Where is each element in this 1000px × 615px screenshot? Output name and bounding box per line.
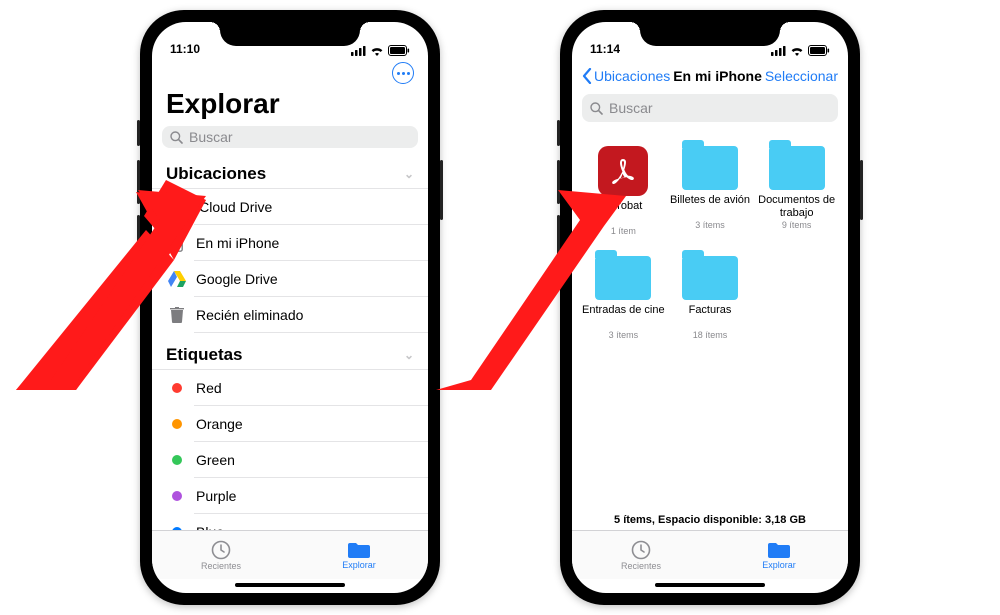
tab-bar: Recientes Explorar (152, 530, 428, 579)
tab-browse[interactable]: Explorar (710, 531, 848, 579)
tag-green[interactable]: Green (152, 442, 428, 478)
tag-dot-icon (172, 527, 182, 530)
file-item-folder[interactable]: Documentos de trabajo 9 ítems (753, 146, 840, 236)
tab-bar: Recientes Explorar (572, 530, 848, 579)
tag-orange[interactable]: Orange (152, 406, 428, 442)
tab-recents[interactable]: Recientes (152, 531, 290, 579)
tag-blue[interactable]: Blue (152, 514, 428, 530)
chevron-left-icon (582, 68, 592, 84)
nav-title: En mi iPhone (673, 68, 762, 84)
search-placeholder: Buscar (189, 129, 233, 145)
file-item-folder[interactable]: Facturas 18 ítems (667, 256, 754, 340)
back-button[interactable]: Ubicaciones (582, 68, 670, 84)
folder-icon (348, 541, 370, 559)
search-icon (590, 102, 603, 115)
file-item-folder[interactable]: Billetes de avión 3 ítems (667, 146, 754, 236)
status-bar: 11:14 (572, 22, 848, 58)
folder-icon (768, 541, 790, 559)
tab-browse[interactable]: Explorar (290, 531, 428, 579)
status-icons (771, 45, 830, 56)
clock-icon (631, 540, 651, 560)
select-button[interactable]: Seleccionar (765, 68, 838, 84)
storage-status: 5 ítems, Espacio disponible: 3,18 GB (572, 510, 848, 530)
search-input[interactable]: Buscar (582, 94, 838, 122)
home-indicator[interactable] (152, 579, 428, 593)
folder-icon (769, 146, 825, 190)
chevron-down-icon: ⌄ (404, 167, 414, 181)
status-time: 11:10 (170, 42, 200, 56)
chevron-down-icon: ⌄ (404, 348, 414, 362)
options-button[interactable] (392, 62, 414, 84)
annotation-arrow-icon (16, 170, 206, 390)
status-time: 11:14 (590, 42, 620, 56)
tag-dot-icon (172, 491, 182, 501)
folder-icon (682, 146, 738, 190)
folder-icon (682, 256, 738, 300)
tag-dot-icon (172, 455, 182, 465)
search-icon (170, 131, 183, 144)
page-title: Explorar (166, 88, 414, 120)
annotation-arrow-icon (436, 170, 626, 390)
search-input[interactable]: Buscar (162, 126, 418, 148)
status-bar: 11:10 (152, 22, 428, 58)
nav-bar: Ubicaciones En mi iPhone Seleccionar (572, 58, 848, 94)
tag-dot-icon (172, 419, 182, 429)
search-placeholder: Buscar (609, 100, 653, 116)
status-icons (351, 45, 410, 56)
home-indicator[interactable] (572, 579, 848, 593)
tab-recents[interactable]: Recientes (572, 531, 710, 579)
clock-icon (211, 540, 231, 560)
tag-purple[interactable]: Purple (152, 478, 428, 514)
